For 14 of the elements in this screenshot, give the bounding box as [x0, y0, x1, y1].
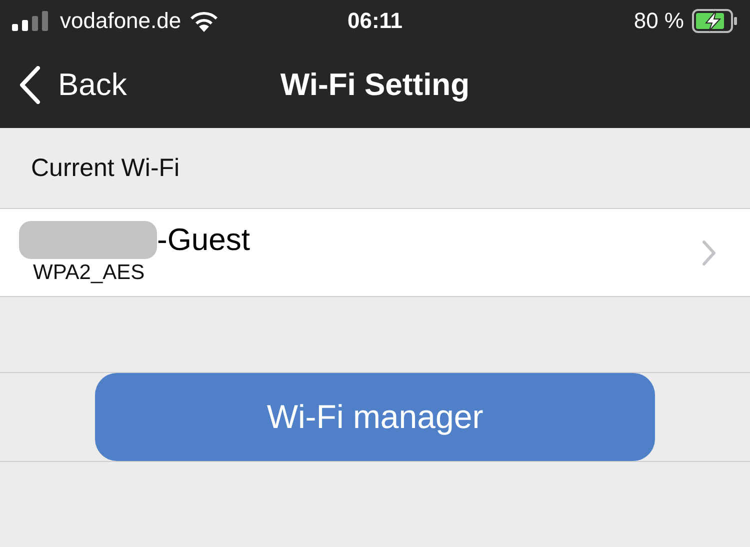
section-header: Current Wi-Fi	[31, 154, 180, 182]
security-type: WPA2_AES	[32, 260, 146, 284]
carrier-name: vodafone.de	[60, 8, 182, 34]
battery-percentage: 80 %	[634, 8, 684, 34]
screen-title: Wi-Fi Setting	[280, 67, 470, 103]
network-name: -Guest	[157, 222, 250, 258]
wifi-manager-button[interactable]: Wi-Fi manager	[95, 373, 655, 461]
clock-time: 06:11	[347, 8, 403, 34]
chevron-right-icon	[702, 240, 716, 266]
back-button[interactable]: Back	[0, 60, 127, 110]
battery-charging-icon	[692, 9, 738, 33]
chevron-left-icon	[18, 66, 42, 104]
wifi-icon	[189, 10, 220, 32]
network-row[interactable]: -Guest WPA2_AES	[0, 208, 750, 297]
